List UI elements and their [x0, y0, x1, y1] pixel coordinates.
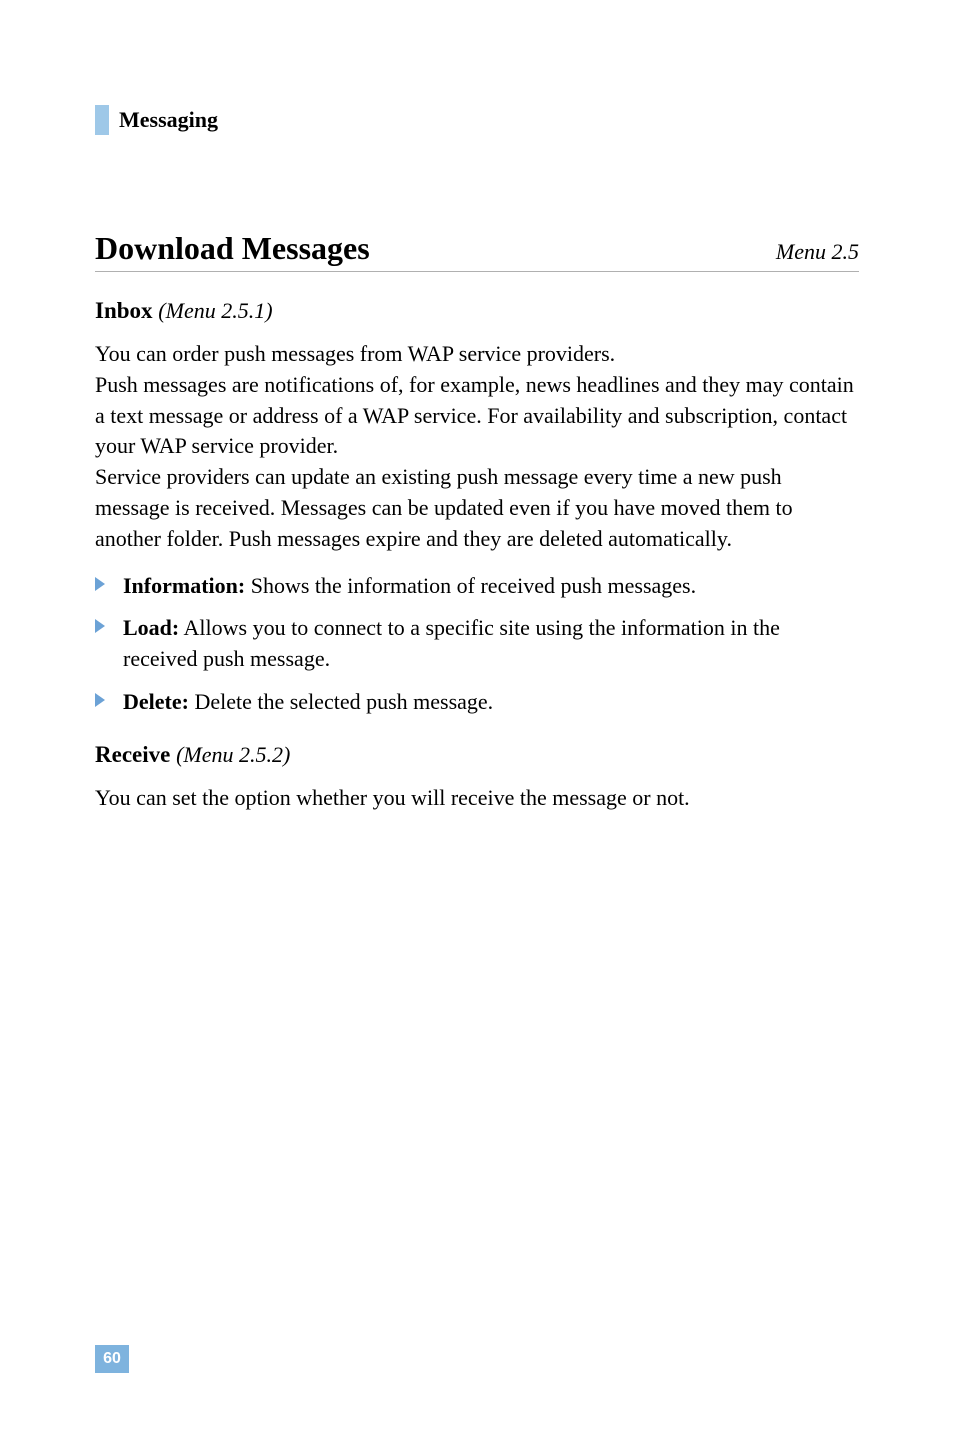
inbox-menu-ref: (Menu 2.5.1) [158, 298, 272, 323]
list-item: Information: Shows the information of re… [95, 571, 859, 602]
bullet-text: Allows you to connect to a specific site… [123, 615, 780, 671]
inbox-paragraph: You can order push messages from WAP ser… [95, 339, 859, 555]
section-marker [95, 105, 109, 135]
page-number: 60 [95, 1345, 129, 1373]
receive-heading: Receive (Menu 2.5.2) [95, 742, 859, 768]
bullet-label: Information: [123, 573, 245, 598]
inbox-title: Inbox [95, 298, 153, 323]
menu-reference: Menu 2.5 [776, 239, 859, 265]
section-title: Messaging [119, 107, 218, 133]
bullet-text: Delete the selected push message. [189, 689, 493, 714]
triangle-bullet-icon [95, 577, 105, 591]
bullet-text: Shows the information of received push m… [245, 573, 696, 598]
triangle-bullet-icon [95, 693, 105, 707]
receive-menu-ref: (Menu 2.5.2) [176, 742, 290, 767]
inbox-bullet-list: Information: Shows the information of re… [95, 571, 859, 718]
list-item: Delete: Delete the selected push message… [95, 687, 859, 718]
receive-title: Receive [95, 742, 170, 767]
main-heading: Download Messages [95, 230, 370, 267]
triangle-bullet-icon [95, 619, 105, 633]
bullet-label: Delete: [123, 689, 189, 714]
inbox-heading: Inbox (Menu 2.5.1) [95, 298, 859, 324]
list-item: Load: Allows you to connect to a specifi… [95, 613, 859, 675]
section-header: Messaging [95, 105, 859, 135]
bullet-label: Load: [123, 615, 179, 640]
main-heading-row: Download Messages Menu 2.5 [95, 230, 859, 272]
receive-paragraph: You can set the option whether you will … [95, 783, 859, 814]
